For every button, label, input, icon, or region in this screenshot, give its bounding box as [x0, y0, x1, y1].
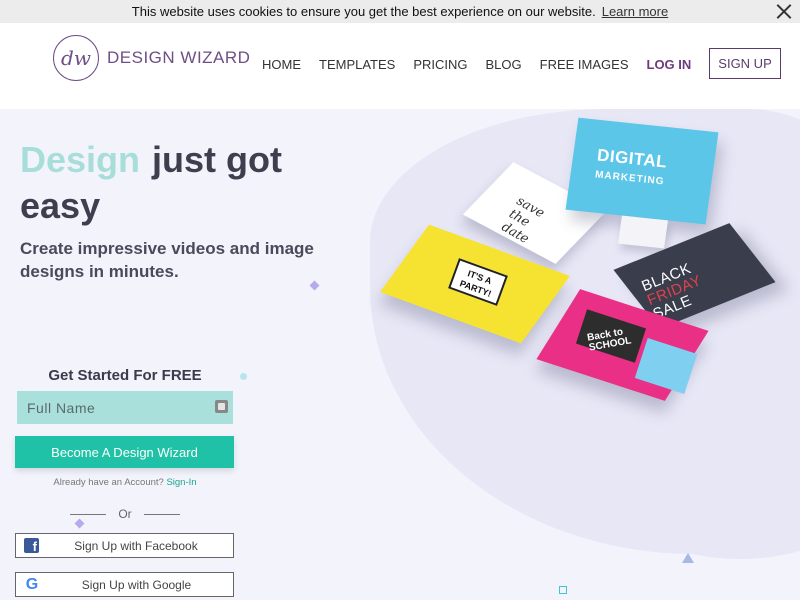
id-card-icon	[215, 400, 228, 413]
or-label: Or	[118, 507, 132, 521]
google-signup-button[interactable]: G Sign Up with Google	[15, 572, 234, 597]
square-decoration	[559, 586, 567, 594]
page: This website uses cookies to ensure you …	[0, 0, 800, 600]
monitor-stand	[618, 215, 668, 249]
signup-button[interactable]: SIGN UP	[709, 48, 781, 79]
hero-title: Design just got easy	[20, 137, 350, 229]
logo[interactable]: dw DESIGN WIZARD	[53, 35, 250, 81]
form-title: Get Started For FREE	[48, 367, 202, 384]
site-header: dw DESIGN WIZARD HOME TEMPLATES PRICING …	[0, 23, 800, 109]
nav-item-pricing[interactable]: PRICING	[413, 57, 467, 72]
signin-link[interactable]: Sign-In	[166, 477, 196, 488]
login-link[interactable]: LOG IN	[647, 57, 692, 72]
full-name-input[interactable]	[17, 391, 233, 424]
logo-mark: dw	[53, 35, 99, 81]
divider-line	[70, 513, 107, 515]
logo-text: DESIGN WIZARD	[107, 48, 251, 67]
google-signup-label: Sign Up with Google	[81, 577, 192, 592]
google-icon: G	[25, 575, 39, 593]
or-divider: Or	[70, 507, 180, 521]
hero-subtitle: Create impressive videos and image desig…	[20, 239, 314, 281]
facebook-signup-label: Sign Up with Facebook	[74, 538, 198, 553]
cookie-banner: This website uses cookies to ensure you …	[0, 0, 800, 23]
monitor-text: DIGITAL MARKETING	[594, 145, 669, 190]
main-nav: HOME TEMPLATES PRICING BLOG FREE IMAGES …	[262, 48, 781, 79]
nav-item-free-images[interactable]: FREE IMAGES	[540, 57, 629, 72]
facebook-icon: f	[24, 538, 39, 553]
already-account-text: Already have an Account?	[53, 477, 164, 488]
close-icon[interactable]	[776, 3, 792, 19]
become-design-wizard-button[interactable]: Become A Design Wizard	[15, 436, 234, 468]
dot-decoration	[240, 373, 247, 380]
triangle-decoration	[682, 553, 694, 563]
divider-line	[143, 513, 180, 515]
nav-item-templates[interactable]: TEMPLATES	[319, 57, 395, 72]
learn-more-link[interactable]: Learn more	[602, 4, 668, 19]
facebook-signup-button[interactable]: f Sign Up with Facebook	[15, 533, 234, 558]
nav-item-home[interactable]: HOME	[262, 57, 301, 72]
signin-prompt: Already have an Account? Sign-In	[16, 477, 234, 488]
hero-title-accent: Design	[20, 139, 141, 180]
cookie-message: This website uses cookies to ensure you …	[131, 4, 596, 19]
nav-item-blog[interactable]: BLOG	[486, 57, 522, 72]
